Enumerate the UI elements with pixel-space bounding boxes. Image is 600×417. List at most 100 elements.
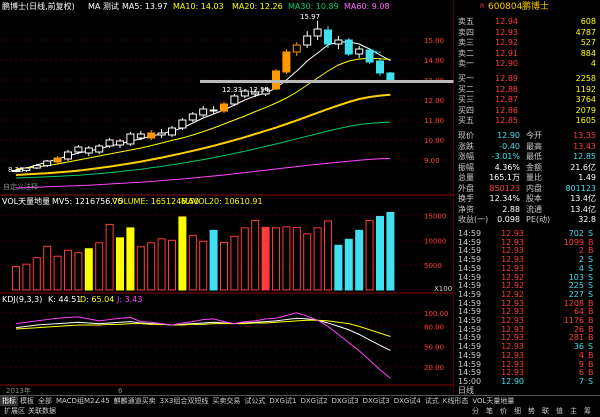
candle-body[interactable]: [282, 51, 291, 73]
sell-order-row[interactable]: 卖二 12.91 884: [456, 48, 600, 59]
stat-row[interactable]: 外盘 850123 内盘 801123: [456, 183, 600, 194]
status-btn-4[interactable]: 细: [514, 406, 521, 417]
stat-row[interactable]: 涨幅 -3.01% 最低 12.85: [456, 151, 600, 162]
candle-body[interactable]: [313, 28, 322, 37]
volume-bar[interactable]: [355, 229, 364, 291]
buy-order-row[interactable]: 买五 12.85 1605: [456, 115, 600, 126]
volume-bar[interactable]: [53, 255, 62, 291]
candle-body[interactable]: [220, 103, 228, 112]
candle-body[interactable]: [376, 60, 384, 74]
volume-bar[interactable]: [84, 248, 93, 291]
candle-body[interactable]: [324, 29, 332, 45]
volume-bar[interactable]: [324, 220, 332, 291]
candle-body[interactable]: [95, 145, 104, 153]
sell-order-row[interactable]: 卖三 12.92 527: [456, 37, 600, 48]
volume-bar[interactable]: [240, 227, 249, 291]
volume-bar[interactable]: [386, 211, 395, 291]
status-btn-7[interactable]: 值: [556, 406, 563, 417]
volume-bar[interactable]: [43, 245, 52, 291]
candle-body[interactable]: [126, 133, 135, 145]
volume-bar[interactable]: [188, 234, 197, 291]
stat-row[interactable]: 现价 12.90 今开 13.35: [456, 130, 600, 141]
candle-body[interactable]: [344, 39, 353, 55]
volume-bar[interactable]: [334, 244, 343, 291]
candle-body[interactable]: [22, 167, 31, 171]
candle-body[interactable]: [188, 113, 197, 121]
volume-bar[interactable]: [251, 219, 260, 291]
candlesticks[interactable]: [12, 20, 395, 173]
volume-bar[interactable]: [147, 242, 156, 291]
candle-body[interactable]: [230, 95, 239, 105]
sell-order-row[interactable]: 卖五 12.94 608: [456, 16, 600, 27]
buy-order-row[interactable]: 买二 12.88 1192: [456, 84, 600, 95]
candle-body[interactable]: [74, 146, 83, 153]
volume-bar[interactable]: [303, 233, 312, 291]
chart-area[interactable]: 15.0014.0013.0012.0011.0010.009.00 12.33…: [0, 0, 454, 395]
volume-bar[interactable]: [365, 219, 374, 291]
stat-row[interactable]: 净资 2.88 流通 13.4亿: [456, 204, 600, 215]
status-btn-2[interactable]: 笔: [486, 406, 493, 417]
status-btn-8[interactable]: 主: [570, 406, 577, 417]
candle-body[interactable]: [84, 147, 93, 154]
volume-bar[interactable]: [157, 238, 166, 291]
volume-bar[interactable]: [376, 215, 384, 291]
candle-body[interactable]: [303, 35, 312, 46]
status-btn-3[interactable]: 价: [500, 406, 507, 417]
volume-bar[interactable]: [95, 242, 104, 291]
volume-bar[interactable]: [116, 237, 124, 291]
candle-body[interactable]: [43, 160, 52, 167]
volume-bar[interactable]: [292, 226, 301, 291]
candle-body[interactable]: [53, 157, 62, 163]
candle-body[interactable]: [365, 49, 374, 63]
volume-bar[interactable]: [272, 227, 280, 291]
volume-bar[interactable]: [12, 266, 20, 291]
volume-bar[interactable]: [261, 226, 270, 291]
candle-body[interactable]: [209, 109, 218, 112]
volume-bar[interactable]: [230, 235, 239, 291]
status-btn-6[interactable]: 联: [542, 406, 549, 417]
candle-body[interactable]: [105, 139, 114, 147]
candle-body[interactable]: [178, 119, 187, 129]
status-btn-9[interactable]: 筹: [584, 406, 591, 417]
volume-bar[interactable]: [178, 216, 187, 291]
status-expand[interactable]: 扩展区: [4, 406, 25, 417]
buy-order-row[interactable]: 买四 12.86 2079: [456, 105, 600, 116]
candle-body[interactable]: [147, 132, 156, 139]
candle-body[interactable]: [32, 165, 41, 169]
stat-row[interactable]: 换手 12.34% 股本 13.4亿: [456, 193, 600, 204]
volume-bar[interactable]: [32, 257, 41, 291]
volume-bar[interactable]: [220, 241, 228, 291]
volume-bar[interactable]: [64, 249, 72, 291]
candle-body[interactable]: [199, 108, 208, 116]
candle-body[interactable]: [157, 132, 166, 136]
candle-body[interactable]: [116, 140, 124, 146]
buy-order-row[interactable]: 买三 12.87 3764: [456, 94, 600, 105]
volume-bars[interactable]: [12, 211, 395, 291]
volume-bar[interactable]: [168, 239, 176, 291]
candle-body[interactable]: [64, 151, 72, 160]
buy-order-row[interactable]: 买一 12.89 2258: [456, 73, 600, 84]
stat-row[interactable]: 总量 165.1万 量比 1.49: [456, 172, 600, 183]
sell-order-row[interactable]: 卖一 12.90 4: [456, 58, 600, 69]
volume-bar[interactable]: [136, 246, 145, 291]
volume-bar[interactable]: [105, 223, 114, 291]
volume-bar[interactable]: [74, 252, 83, 291]
sell-order-row[interactable]: 卖四 12.93 4787: [456, 27, 600, 38]
volume-bar[interactable]: [313, 227, 322, 291]
volume-bar[interactable]: [199, 240, 208, 291]
candle-body[interactable]: [355, 48, 364, 55]
stat-row[interactable]: 振幅 4.36% 金额 21.6亿: [456, 162, 600, 173]
candle-body[interactable]: [168, 127, 176, 136]
volume-bar[interactable]: [282, 226, 291, 291]
candle-body[interactable]: [386, 72, 395, 82]
status-btn-1[interactable]: 分: [472, 406, 479, 417]
candle-body[interactable]: [292, 44, 301, 53]
status-related[interactable]: 关联数据: [28, 406, 56, 417]
volume-bar[interactable]: [344, 238, 353, 291]
candle-body[interactable]: [334, 39, 343, 45]
horizontal-drawing-line[interactable]: [200, 80, 454, 83]
volume-bar[interactable]: [209, 229, 218, 291]
candle-body[interactable]: [136, 133, 145, 139]
status-btn-5[interactable]: 势: [528, 406, 535, 417]
volume-bar[interactable]: [22, 263, 31, 291]
